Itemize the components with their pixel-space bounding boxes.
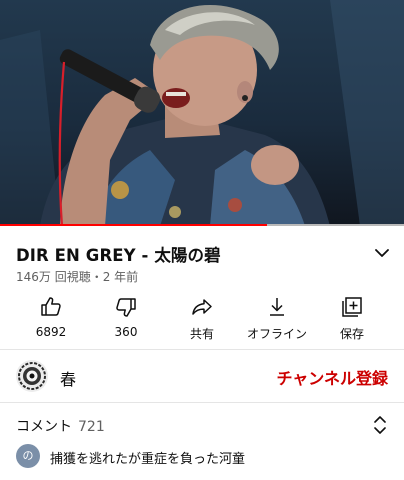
video-frame-illustration (0, 0, 404, 226)
save-playlist-icon (342, 297, 362, 317)
video-title[interactable]: DIR EN GREY - 太陽の碧 (16, 242, 221, 266)
download-icon (270, 298, 284, 316)
share-button[interactable]: 共有 (166, 291, 238, 341)
video-title-row[interactable]: DIR EN GREY - 太陽の碧 (16, 240, 392, 266)
download-label: オフライン (246, 327, 307, 341)
channel-name[interactable]: 春 (60, 366, 76, 390)
channel-row: 春 チャンネル登録 (0, 351, 404, 401)
progress-bar[interactable] (0, 224, 404, 226)
video-meta: 146万 回視聴・2 年前 (16, 270, 139, 284)
thumbs-down-icon (116, 298, 136, 317)
dislike-button[interactable]: 360 (90, 291, 162, 341)
comments-header: コメント 721 (16, 416, 105, 436)
comments-label: コメント (16, 419, 72, 435)
divider (0, 402, 404, 403)
commenter-avatar: の (16, 444, 40, 468)
channel-avatar-image (16, 360, 48, 392)
share-label: 共有 (189, 327, 214, 341)
download-button[interactable]: オフライン (241, 291, 313, 341)
like-count: 6892 (35, 325, 67, 339)
save-label: 保存 (339, 327, 364, 341)
action-bar: 6892 360 共有 オフライン 保存 (0, 291, 404, 343)
progress-fill (0, 224, 267, 226)
expand-chevron-icon[interactable] (372, 243, 392, 263)
subscribe-button[interactable]: チャンネル登録 (276, 365, 388, 389)
dislike-count: 360 (114, 325, 138, 339)
share-icon (192, 299, 212, 315)
video-player[interactable] (0, 0, 404, 226)
save-button[interactable]: 保存 (316, 291, 388, 341)
divider (0, 349, 404, 350)
channel-avatar[interactable] (16, 360, 48, 392)
comments-section[interactable]: コメント 721 の 捕獲を逃れたが重症を負った河童 (0, 405, 404, 480)
comments-count: 721 (78, 419, 105, 435)
top-comment-text: 捕獲を逃れたが重症を負った河童 (50, 452, 246, 467)
expand-comments-icon[interactable] (370, 414, 390, 436)
thumbs-up-icon (41, 297, 61, 316)
like-button[interactable]: 6892 (15, 291, 87, 341)
